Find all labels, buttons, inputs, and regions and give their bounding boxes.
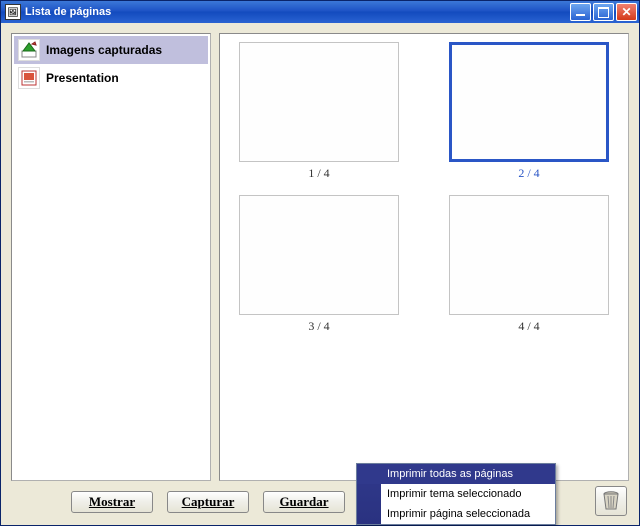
panels: Imagens capturadas Presentation — [11, 33, 629, 481]
print-dropdown: Imprimir todas as páginas Imprimir tema … — [356, 463, 556, 525]
sidebar-item-captured-images[interactable]: Imagens capturadas — [14, 36, 208, 64]
thumbnail-4[interactable] — [449, 195, 609, 315]
save-button[interactable]: Guardar — [263, 491, 345, 513]
trash-icon — [601, 489, 621, 514]
sidebar-item-label: Presentation — [46, 71, 119, 85]
menu-print-all-pages[interactable]: Imprimir todas as páginas — [357, 464, 555, 484]
thumbnail-cell: 3 / 4 — [239, 195, 399, 334]
thumbnail-caption: 1 / 4 — [308, 166, 329, 181]
capture-button[interactable]: Capturar — [167, 491, 249, 513]
show-button[interactable]: Mostrar — [71, 491, 153, 513]
thumbnail-panel: 1 / 4 2 / 4 3 / 4 4 / 4 — [219, 33, 629, 481]
menu-item-label: Imprimir página seleccionada — [387, 508, 530, 520]
window-title: Lista de páginas — [25, 6, 568, 18]
close-button[interactable]: ✕ — [616, 3, 637, 21]
thumbnail-cell: 1 / 4 — [239, 42, 399, 181]
thumbnail-caption: 3 / 4 — [308, 319, 329, 334]
thumbnail-cell: 4 / 4 — [449, 195, 609, 334]
app-icon: 🖼 — [5, 4, 21, 20]
menu-print-selected-page[interactable]: Imprimir página seleccionada — [357, 504, 555, 524]
titlebar: 🖼 Lista de páginas ✕ — [1, 1, 639, 23]
thumbnail-2[interactable] — [449, 42, 609, 162]
maximize-button[interactable] — [593, 3, 614, 21]
thumbnail-caption: 2 / 4 — [518, 166, 539, 181]
thumbnail-cell: 2 / 4 — [449, 42, 609, 181]
client-area: Imagens capturadas Presentation — [1, 23, 639, 525]
minimize-button[interactable] — [570, 3, 591, 21]
captured-images-icon — [18, 39, 40, 61]
menu-print-selected-theme[interactable]: Imprimir tema seleccionado — [357, 484, 555, 504]
delete-button[interactable] — [595, 486, 627, 516]
sidebar-item-presentation[interactable]: Presentation — [14, 64, 208, 92]
sidebar-item-label: Imagens capturadas — [46, 43, 162, 57]
presentation-icon — [18, 67, 40, 89]
thumbnail-3[interactable] — [239, 195, 399, 315]
thumbnail-grid: 1 / 4 2 / 4 3 / 4 4 / 4 — [226, 42, 622, 334]
sidebar: Imagens capturadas Presentation — [11, 33, 211, 481]
thumbnail-1[interactable] — [239, 42, 399, 162]
menu-item-label: Imprimir todas as páginas — [387, 468, 513, 480]
window: 🖼 Lista de páginas ✕ Imagens capturadas — [0, 0, 640, 526]
menu-item-label: Imprimir tema seleccionado — [387, 488, 522, 500]
thumbnail-caption: 4 / 4 — [518, 319, 539, 334]
